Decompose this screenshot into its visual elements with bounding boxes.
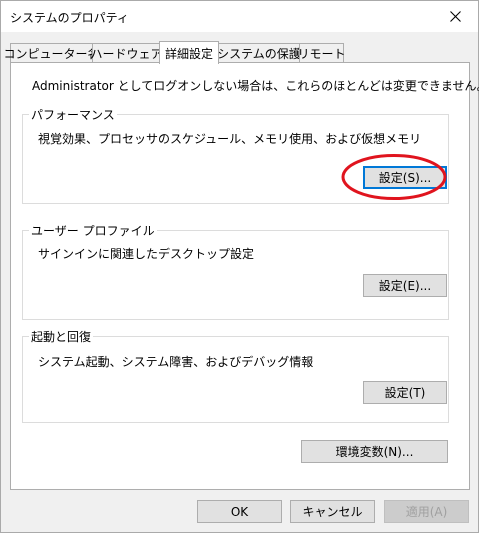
close-icon	[449, 11, 461, 22]
tab-hardware[interactable]: ハードウェア	[91, 43, 163, 63]
user-profile-title: ユーザー プロファイル	[29, 222, 157, 239]
tab-remote[interactable]: リモート	[298, 43, 346, 63]
advanced-tab-panel: Administrator としてログオンしない場合は、これらのほとんどは変更で…	[10, 62, 479, 490]
cancel-button[interactable]: キャンセル	[290, 500, 375, 523]
ok-button[interactable]: OK	[197, 500, 282, 523]
performance-description: 視覚効果、プロセッサのスケジュール、メモリ使用、および仮想メモリ	[38, 132, 422, 146]
startup-recovery-title: 起動と回復	[29, 328, 94, 345]
performance-settings-button[interactable]: 設定(S)...	[363, 166, 447, 189]
performance-group: パフォーマンス 視覚効果、プロセッサのスケジュール、メモリ使用、および仮想メモリ…	[22, 106, 449, 204]
system-properties-dialog: システムのプロパティ コンピューター名 ハードウェア 詳細設定 システムの保護 …	[0, 0, 479, 533]
user-profile-group: ユーザー プロファイル サインインに関連したデスクトップ設定 設定(E)...	[22, 222, 449, 320]
tab-computer-name[interactable]: コンピューター名	[4, 43, 100, 63]
tab-advanced[interactable]: 詳細設定	[159, 41, 219, 64]
title-bar: システムのプロパティ	[1, 1, 478, 32]
user-profile-description: サインインに関連したデスクトップ設定	[38, 247, 255, 261]
performance-title: パフォーマンス	[29, 106, 117, 123]
startup-recovery-settings-button[interactable]: 設定(T)	[363, 381, 447, 404]
close-button[interactable]	[432, 1, 478, 32]
admin-note: Administrator としてログオンしない場合は、これらのほとんどは変更で…	[32, 79, 479, 93]
window-title: システムのプロパティ	[10, 11, 129, 25]
apply-button[interactable]: 適用(A)	[384, 500, 469, 523]
user-profile-settings-button[interactable]: 設定(E)...	[363, 274, 447, 297]
startup-recovery-description: システム起動、システム障害、およびデバッグ情報	[38, 355, 314, 369]
tab-system-protection[interactable]: システムの保護	[217, 43, 301, 63]
environment-variables-button[interactable]: 環境変数(N)...	[301, 440, 448, 463]
startup-recovery-group: 起動と回復 システム起動、システム障害、およびデバッグ情報 設定(T)	[22, 328, 449, 423]
